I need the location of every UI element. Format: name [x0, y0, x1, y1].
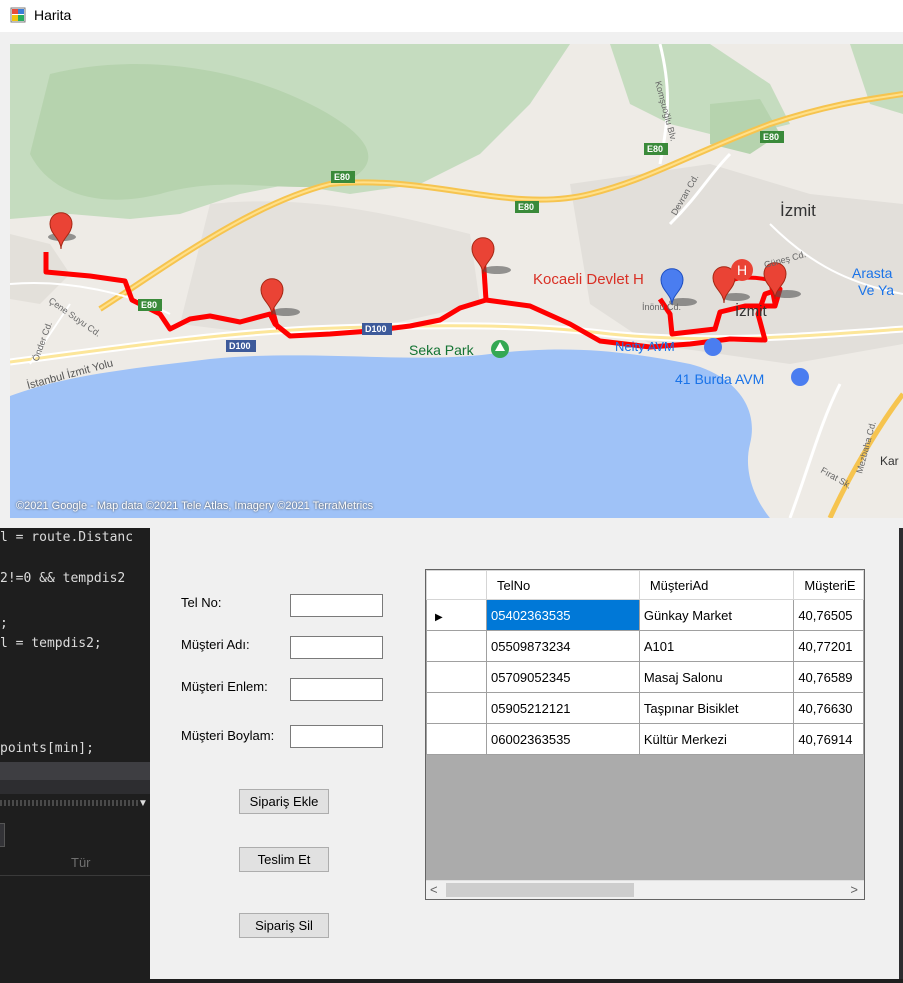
musteri-enlem-label: Müşteri Enlem:	[181, 679, 268, 694]
tel-no-label: Tel No:	[181, 595, 222, 610]
cell-telno[interactable]: 05402363535	[486, 599, 640, 631]
ide-scrollbar[interactable]	[0, 762, 150, 780]
row-header[interactable]	[426, 692, 487, 724]
harita-window: Harita H E80 E80 E80 E80 E80 D100 D100 İ…	[0, 0, 903, 528]
cell-telno[interactable]: 06002363535	[486, 723, 640, 755]
musteri-adi-input[interactable]	[290, 636, 383, 659]
cell-musterienlem[interactable]: 40,76589	[793, 661, 864, 693]
cell-musterienlem[interactable]: 40,76630	[793, 692, 864, 724]
d100-label: D100	[365, 324, 387, 334]
row-header[interactable]	[426, 723, 487, 755]
horizontal-scrollbar[interactable]: < >	[426, 880, 864, 899]
kocaeli-devlet-label: Kocaeli Devlet H	[533, 271, 644, 288]
code-line: l = route.Distanc	[0, 530, 134, 545]
code-line: l = tempdis2;	[0, 636, 102, 651]
scroll-thumb[interactable]	[446, 883, 634, 897]
row-header[interactable]	[426, 661, 487, 693]
cell-musterienlem[interactable]: 40,76505	[793, 599, 864, 631]
izmit-label: İzmit	[780, 201, 816, 220]
orders-datagrid[interactable]: TelNo MüşteriAd MüşteriE ▶ 05402363535 G…	[425, 569, 865, 900]
grid-header-row: TelNo MüşteriAd MüşteriE	[426, 570, 864, 600]
musteri-boylam-label: Müşteri Boylam:	[181, 728, 275, 743]
ide-input-box[interactable]	[0, 823, 5, 847]
taskbar-strip	[150, 979, 903, 983]
cell-telno[interactable]: 05905212121	[486, 692, 640, 724]
title-bar: Harita	[0, 0, 903, 32]
row-header[interactable]: ▶	[426, 599, 487, 631]
row-header[interactable]	[426, 630, 487, 662]
e80-label: E80	[334, 172, 350, 182]
e80-label: E80	[518, 202, 534, 212]
shopping-icon	[791, 368, 809, 386]
arasta-label: Arasta	[852, 265, 893, 281]
e80-label: E80	[763, 132, 779, 142]
map-canvas[interactable]: H E80 E80 E80 E80 E80 D100 D100 İzmit İz…	[10, 44, 903, 518]
scroll-left-icon[interactable]: <	[430, 882, 438, 897]
cell-musteriad[interactable]: Kültür Merkezi	[638, 723, 795, 755]
tel-no-input[interactable]	[290, 594, 383, 617]
musteri-adi-label: Müşteri Adı:	[181, 637, 250, 652]
gmap-control[interactable]: H E80 E80 E80 E80 E80 D100 D100 İzmit İz…	[10, 44, 903, 518]
ve-ya-label: Ve Ya	[858, 282, 894, 298]
inonu-cd-label: İnönü Cd.	[642, 302, 681, 312]
siparis-ekle-button[interactable]: Sipariş Ekle	[239, 789, 329, 814]
map-attribution: ©2021 Google - Map data ©2021 Tele Atlas…	[16, 500, 374, 512]
current-row-arrow-icon: ▶	[435, 611, 443, 623]
table-row[interactable]: 05905212121 Taşpınar Bisiklet 40,76630	[426, 692, 864, 724]
izmit-center-label: İzmit	[735, 302, 767, 320]
ide-background: l = route.Distanc 2!=0 && tempdis2 ; l =…	[0, 528, 150, 983]
shopping-icon	[704, 338, 722, 356]
musteri-enlem-input[interactable]	[290, 678, 383, 701]
seka-park-label: Seka Park	[409, 342, 475, 358]
cell-musteriad[interactable]: Taşpınar Bisiklet	[638, 692, 795, 724]
divider	[0, 875, 150, 876]
d100-label: D100	[229, 341, 251, 351]
window-title: Harita	[34, 7, 72, 23]
code-line: points[min];	[0, 741, 94, 756]
column-header-telno[interactable]: TelNo	[486, 570, 640, 600]
cell-telno[interactable]: 05509873234	[486, 630, 640, 662]
column-header-tur: Tür	[71, 855, 91, 870]
siparis-sil-button[interactable]: Sipariş Sil	[239, 913, 329, 938]
cell-musteriad[interactable]: Masaj Salonu	[638, 661, 795, 693]
order-form: Tel No: Müşteri Adı: Müşteri Enlem: Müşt…	[150, 528, 899, 979]
ide-panel-header	[0, 780, 150, 794]
table-row[interactable]: ▶ 05402363535 Günkay Market 40,76505	[426, 599, 864, 631]
cell-telno[interactable]: 05709052345	[486, 661, 640, 693]
ide-grip[interactable]	[0, 800, 138, 806]
cell-musterienlem[interactable]: 40,77201	[793, 630, 864, 662]
svg-text:H: H	[737, 262, 747, 278]
row-header-corner	[426, 570, 487, 600]
teslim-et-button[interactable]: Teslim Et	[239, 847, 329, 872]
dropdown-arrow-icon[interactable]: ▼	[138, 798, 148, 809]
kar-label: Kar	[880, 454, 899, 468]
code-line: ;	[0, 616, 8, 631]
column-header-musteriad[interactable]: MüşteriAd	[638, 570, 795, 600]
table-row[interactable]: 05509873234 A101 40,77201	[426, 630, 864, 662]
burda-avm-label: 41 Burda AVM	[675, 371, 764, 387]
map-container: H E80 E80 E80 E80 E80 D100 D100 İzmit İz…	[0, 32, 903, 528]
background-window-edge	[899, 528, 903, 983]
table-row[interactable]: 05709052345 Masaj Salonu 40,76589	[426, 661, 864, 693]
scroll-right-icon[interactable]: >	[850, 882, 858, 897]
cell-musterienlem[interactable]: 40,76914	[793, 723, 864, 755]
cell-musteriad[interactable]: A101	[638, 630, 795, 662]
musteri-boylam-input[interactable]	[290, 725, 383, 748]
app-form-icon	[10, 7, 26, 23]
e80-label: E80	[141, 300, 157, 310]
column-header-musterienlem[interactable]: MüşteriE	[793, 570, 864, 600]
cell-musteriad[interactable]: Günkay Market	[638, 599, 795, 631]
code-line: 2!=0 && tempdis2	[0, 571, 126, 586]
e80-label: E80	[647, 144, 663, 154]
neity-avm-label: Neity AVM	[615, 339, 675, 354]
table-row[interactable]: 06002363535 Kültür Merkezi 40,76914	[426, 723, 864, 755]
